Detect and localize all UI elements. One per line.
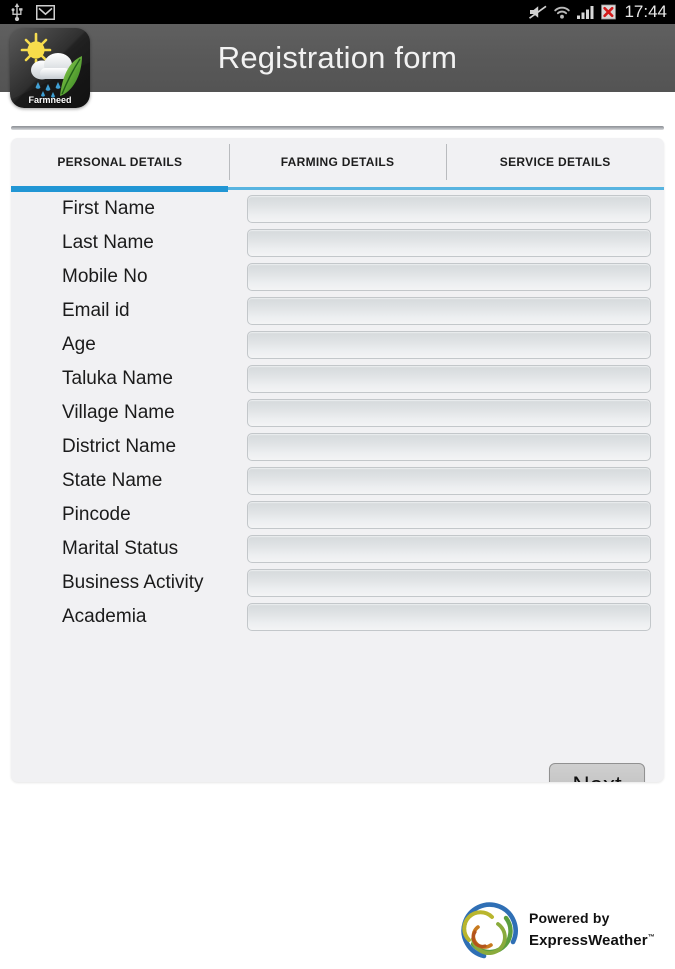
label-last-name: Last Name (62, 232, 154, 253)
label-district-name: District Name (62, 436, 177, 457)
form-row: Pincode (11, 498, 664, 532)
status-bar: 17:44 (0, 0, 675, 24)
input-age[interactable] (247, 331, 651, 359)
input-email-id[interactable] (247, 297, 651, 325)
status-bar-left-icons (10, 3, 528, 21)
input-business-activity[interactable] (247, 569, 651, 597)
expressweather-logo (455, 896, 523, 964)
brand-name: ExpressWeather™ (529, 928, 655, 951)
page-body: PERSONAL DETAILS FARMING DETAILS SERVICE… (0, 92, 675, 959)
brand-text: Powered by ExpressWeather™ (529, 908, 655, 951)
registration-card: PERSONAL DETAILS FARMING DETAILS SERVICE… (11, 138, 664, 782)
gmail-icon (36, 4, 55, 20)
input-taluka-name[interactable] (247, 365, 651, 393)
input-state-name[interactable] (247, 467, 651, 495)
label-first-name: First Name (62, 198, 155, 219)
farmneed-app-icon[interactable]: Farmneed (10, 28, 90, 108)
brand-name-text: ExpressWeather (529, 932, 648, 949)
tab-personal-details-label: PERSONAL DETAILS (57, 155, 183, 169)
form-row: Marital Status (11, 532, 664, 566)
label-mobile-no: Mobile No (62, 266, 148, 287)
form-row: Last Name (11, 226, 664, 260)
label-age: Age (62, 334, 96, 355)
status-bar-clock: 17:44 (624, 2, 667, 21)
footer-brand: Powered by ExpressWeather™ (455, 894, 655, 966)
tab-service-details-label: SERVICE DETAILS (499, 155, 611, 169)
signal-bars-icon (576, 4, 596, 20)
label-pincode: Pincode (62, 504, 131, 525)
label-business-activity: Business Activity (62, 572, 204, 593)
mute-icon (528, 4, 548, 20)
form-row: Email id (11, 294, 664, 328)
form-row: Business Activity (11, 566, 664, 600)
form-row: First Name (11, 192, 664, 226)
personal-details-form: First Name Last Name Mobile No Email id … (11, 192, 664, 634)
input-marital-status[interactable] (247, 535, 651, 563)
status-bar-right-icons: 17:44 (528, 2, 667, 22)
label-marital-status: Marital Status (62, 538, 179, 559)
form-row: District Name (11, 430, 664, 464)
tab-bar: PERSONAL DETAILS FARMING DETAILS SERVICE… (11, 138, 664, 186)
label-state-name: State Name (62, 470, 163, 491)
label-taluka-name: Taluka Name (62, 368, 173, 389)
form-row: Taluka Name (11, 362, 664, 396)
tab-farming-details-label: FARMING DETAILS (280, 155, 395, 169)
sim-error-icon (601, 4, 617, 20)
form-row: Age (11, 328, 664, 362)
input-district-name[interactable] (247, 433, 651, 461)
input-pincode[interactable] (247, 501, 651, 529)
action-bar: Registration form (0, 24, 675, 92)
input-academia[interactable] (247, 603, 651, 631)
powered-by-label: Powered by (529, 910, 610, 926)
label-academia: Academia (62, 606, 147, 627)
page-title: Registration form (217, 40, 458, 75)
label-email-id: Email id (62, 300, 130, 321)
input-village-name[interactable] (247, 399, 651, 427)
trademark-symbol: ™ (647, 934, 655, 941)
input-mobile-no[interactable] (247, 263, 651, 291)
app-icon-label: Farmneed (28, 95, 72, 105)
usb-icon (10, 3, 24, 21)
input-first-name[interactable] (247, 195, 651, 223)
tab-personal-details[interactable]: PERSONAL DETAILS (11, 138, 229, 186)
label-village-name: Village Name (62, 402, 175, 423)
form-row: Village Name (11, 396, 664, 430)
tab-farming-details[interactable]: FARMING DETAILS (228, 138, 447, 186)
wifi-icon (553, 4, 571, 20)
next-button[interactable]: Next (549, 763, 645, 782)
header-divider (11, 126, 664, 130)
tab-service-details[interactable]: SERVICE DETAILS (446, 138, 664, 186)
form-row: State Name (11, 464, 664, 498)
form-row: Mobile No (11, 260, 664, 294)
input-last-name[interactable] (247, 229, 651, 257)
form-row: Academia (11, 600, 664, 634)
